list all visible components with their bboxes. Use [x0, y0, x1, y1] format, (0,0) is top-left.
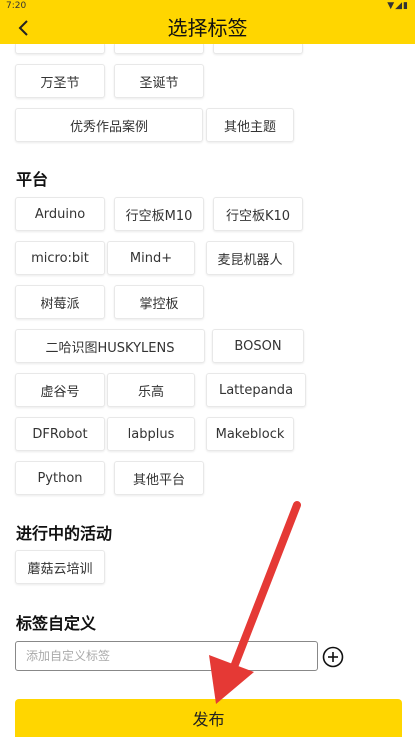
tag-platform[interactable]: 二哈识图HUSKYLENS — [15, 329, 205, 363]
tag-platform[interactable]: 行空板K10 — [213, 197, 303, 231]
tag-platform[interactable]: labplus — [107, 417, 195, 451]
platform-section-title: 平台 — [16, 170, 49, 189]
tag-platform[interactable]: micro:bit — [15, 241, 105, 275]
tag-platform[interactable]: 虚谷号 — [15, 373, 105, 407]
status-bar: 7:20 ▼◢▮ — [0, 0, 415, 12]
tag-halloween[interactable]: 万圣节 — [15, 64, 105, 98]
tag-partial[interactable] — [213, 44, 303, 54]
plus-circle-icon[interactable] — [322, 646, 344, 668]
tag-platform[interactable]: 行空板M10 — [114, 197, 204, 231]
status-time: 7:20 — [6, 1, 27, 11]
tag-platform[interactable]: 树莓派 — [15, 285, 105, 319]
tag-other-themes[interactable]: 其他主题 — [206, 108, 294, 142]
tag-platform[interactable]: 麦昆机器人 — [206, 241, 294, 275]
tag-activity[interactable]: 蘑菇云培训 — [15, 550, 105, 584]
custom-tag-section-title: 标签自定义 — [16, 614, 97, 633]
tag-platform[interactable]: 其他平台 — [114, 461, 204, 495]
tag-platform[interactable]: Lattepanda — [206, 373, 306, 407]
tag-platform[interactable]: Arduino — [15, 197, 105, 231]
tag-platform[interactable]: Python — [15, 461, 105, 495]
tag-platform[interactable]: 掌控板 — [114, 285, 204, 319]
tag-platform[interactable]: Makeblock — [206, 417, 294, 451]
tag-partial[interactable] — [114, 44, 204, 54]
tag-partial[interactable] — [15, 44, 105, 54]
tag-platform[interactable]: 乐高 — [107, 373, 195, 407]
status-icons: ▼◢▮ — [387, 1, 409, 11]
tag-featured-works[interactable]: 优秀作品案例 — [15, 108, 203, 142]
top-bar: 选择标签 — [0, 12, 415, 44]
tag-platform[interactable]: BOSON — [212, 329, 304, 363]
tag-platform[interactable]: DFRobot — [15, 417, 105, 451]
publish-button[interactable]: 发布 — [15, 699, 402, 737]
tag-christmas[interactable]: 圣诞节 — [114, 64, 204, 98]
page-title: 选择标签 — [167, 16, 248, 40]
activity-section-title: 进行中的活动 — [16, 524, 113, 543]
custom-tag-input[interactable] — [15, 641, 318, 671]
tag-platform[interactable]: Mind+ — [107, 241, 195, 275]
